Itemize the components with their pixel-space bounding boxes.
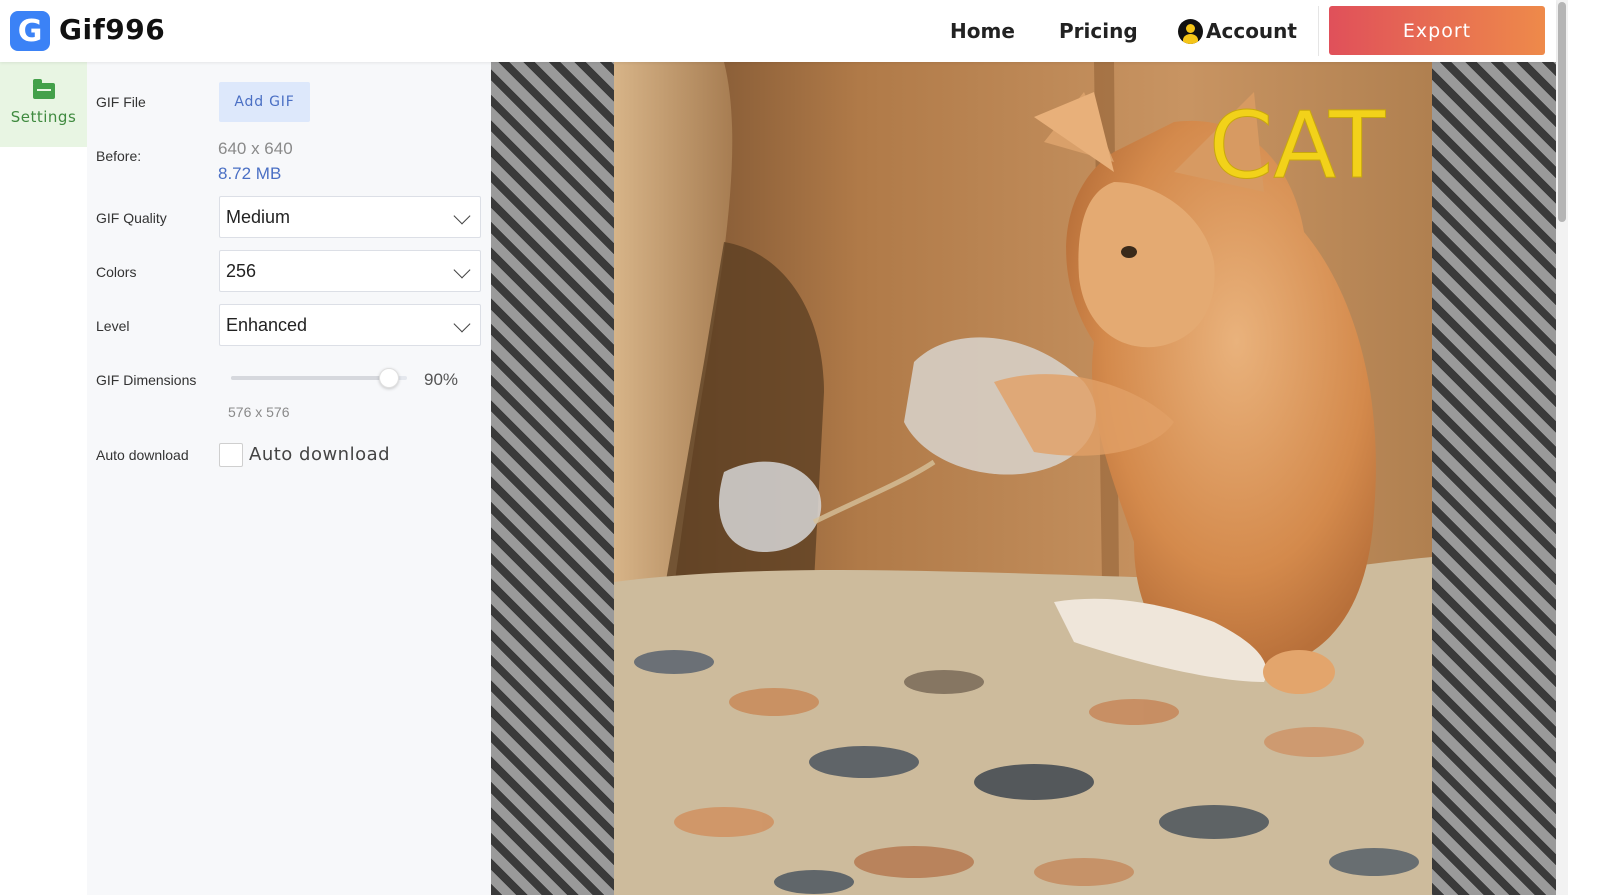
auto-download-label: Auto download <box>96 447 189 463</box>
brand-logo-icon[interactable]: G <box>10 11 50 51</box>
settings-panel: GIF File Add GIF Before: 640 x 640 8.72 … <box>87 62 491 895</box>
sidebar-rail: Settings <box>0 62 87 895</box>
scrollbar-thumb[interactable] <box>1558 2 1566 222</box>
cat-overlay-text: CAT <box>1209 92 1386 199</box>
gif-quality-label: GIF Quality <box>96 210 167 226</box>
nav-pricing-label: Pricing <box>1059 19 1138 43</box>
export-button[interactable]: Export <box>1329 6 1545 55</box>
before-label: Before: <box>96 148 142 164</box>
nav-account-link[interactable]: Account <box>1178 0 1297 62</box>
window-edge <box>1568 0 1598 895</box>
colors-label: Colors <box>96 264 137 280</box>
colors-select[interactable]: 256 <box>219 250 481 292</box>
before-dimensions: 640 x 640 <box>218 139 293 158</box>
level-label: Level <box>96 318 130 334</box>
before-file-size: 8.72 MB <box>218 164 282 183</box>
gif-dimensions-percent: 90% <box>424 370 459 389</box>
header-divider <box>1318 6 1319 56</box>
top-header: G Gif996 Home Pricing Account Export <box>0 0 1556 62</box>
gif-preview-image: CAT <box>614 62 1432 895</box>
output-dimensions: 576 x 576 <box>228 404 290 420</box>
nav-home-link[interactable]: Home <box>950 0 1015 62</box>
gif-quality-value: Medium <box>226 206 291 227</box>
gif-preview-area: CAT <box>491 62 1556 895</box>
slider-fill <box>231 376 390 380</box>
page-scrollbar[interactable] <box>1556 0 1568 895</box>
cat-gif-illustration: CAT <box>614 62 1432 895</box>
add-gif-button[interactable]: Add GIF <box>219 82 310 122</box>
tab-settings-label: Settings <box>10 108 77 126</box>
chevron-down-icon <box>453 207 471 225</box>
level-value: Enhanced <box>226 314 308 335</box>
colors-value: 256 <box>226 260 257 281</box>
auto-download-checkbox-label[interactable]: Auto download <box>249 444 390 465</box>
level-select[interactable]: Enhanced <box>219 304 481 346</box>
gif-dimensions-label: GIF Dimensions <box>96 372 197 388</box>
gif-file-label: GIF File <box>96 94 146 110</box>
gif-dimensions-slider[interactable] <box>231 368 407 388</box>
nav-home-label: Home <box>950 19 1015 43</box>
slider-handle[interactable] <box>379 368 400 388</box>
auto-download-checkbox[interactable] <box>219 443 243 467</box>
nav-pricing-link[interactable]: Pricing <box>1059 0 1138 62</box>
brand-name[interactable]: Gif996 <box>59 13 165 46</box>
nav-account-label: Account <box>1206 19 1297 43</box>
chevron-down-icon <box>453 315 471 333</box>
chevron-down-icon <box>453 261 471 279</box>
folder-icon <box>32 79 55 99</box>
tab-settings[interactable]: Settings <box>0 62 87 147</box>
gif-quality-select[interactable]: Medium <box>219 196 481 238</box>
user-icon <box>1178 18 1203 44</box>
